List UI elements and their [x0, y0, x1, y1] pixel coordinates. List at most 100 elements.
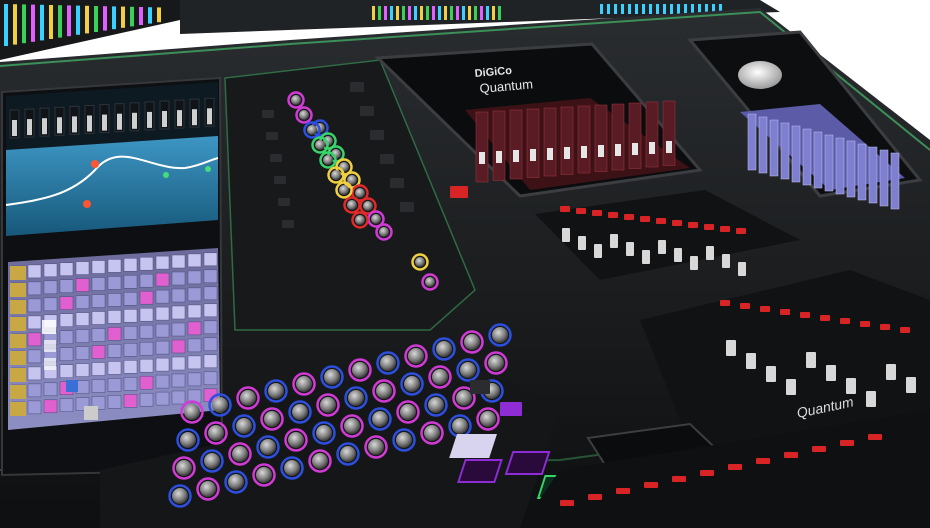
strip-cell[interactable]: [107, 361, 122, 375]
strip-cell[interactable]: [155, 289, 170, 304]
knob-icon[interactable]: [180, 432, 196, 448]
right-strip[interactable]: [846, 140, 856, 198]
strip-cell[interactable]: [75, 363, 90, 377]
strip-cell[interactable]: [123, 343, 138, 357]
button-icon[interactable]: [644, 482, 658, 488]
fader-icon[interactable]: [746, 353, 756, 369]
strip-cell[interactable]: [107, 344, 122, 358]
button-icon[interactable]: [780, 309, 790, 315]
strip-cell[interactable]: [187, 304, 202, 319]
fader-icon[interactable]: [626, 242, 634, 256]
strip-cell[interactable]: [187, 287, 202, 302]
button-icon[interactable]: [380, 154, 394, 164]
right-strip[interactable]: [769, 119, 779, 177]
strip-cell[interactable]: [59, 330, 74, 344]
strip-cell[interactable]: [43, 382, 58, 397]
button-icon[interactable]: [608, 212, 618, 218]
knob-icon[interactable]: [204, 453, 220, 469]
knob-icon[interactable]: [236, 418, 252, 434]
strip-cell[interactable]: [171, 288, 186, 303]
knob-icon[interactable]: [480, 411, 496, 427]
strip-cell[interactable]: [107, 310, 122, 324]
button-icon[interactable]: [266, 132, 278, 140]
knob-icon[interactable]: [368, 439, 384, 455]
button-icon[interactable]: [390, 178, 404, 188]
button-icon[interactable]: [278, 198, 290, 206]
knob-icon[interactable]: [256, 467, 272, 483]
knob-icon[interactable]: [200, 481, 216, 497]
strip-cell[interactable]: [203, 354, 218, 369]
right-strip[interactable]: [857, 143, 867, 201]
button-icon[interactable]: [760, 306, 770, 312]
knob-icon[interactable]: [172, 488, 188, 504]
knob-icon[interactable]: [415, 257, 425, 267]
button-icon[interactable]: [450, 186, 468, 198]
right-strip[interactable]: [813, 131, 823, 189]
strip-cell[interactable]: [43, 263, 58, 278]
knob-icon[interactable]: [408, 348, 424, 364]
fader-icon[interactable]: [738, 262, 746, 276]
fader-icon[interactable]: [642, 250, 650, 264]
button-icon[interactable]: [720, 300, 730, 306]
knob-icon[interactable]: [432, 369, 448, 385]
knob-icon[interactable]: [464, 334, 480, 350]
button-icon[interactable]: [880, 324, 890, 330]
strip-cell[interactable]: [187, 338, 202, 353]
center-strip[interactable]: [492, 110, 506, 181]
right-strip[interactable]: [747, 113, 757, 171]
strip-cell[interactable]: [91, 345, 106, 359]
right-strip[interactable]: [802, 128, 812, 186]
button-icon[interactable]: [868, 434, 882, 440]
fader-icon[interactable]: [562, 228, 570, 242]
knob-icon[interactable]: [232, 446, 248, 462]
strip-cell[interactable]: [203, 269, 218, 284]
knob-icon[interactable]: [316, 425, 332, 441]
knob-icon[interactable]: [363, 201, 373, 211]
strip-cell[interactable]: [139, 392, 154, 407]
knob-icon[interactable]: [284, 460, 300, 476]
knob-icon[interactable]: [372, 411, 388, 427]
center-strip[interactable]: [543, 107, 557, 177]
strip-cell[interactable]: [203, 320, 218, 335]
knob-icon[interactable]: [425, 277, 435, 287]
strip-cell[interactable]: [123, 275, 138, 289]
center-strip[interactable]: [662, 100, 676, 166]
knob-icon[interactable]: [488, 355, 504, 371]
button-icon[interactable]: [656, 218, 666, 224]
strip-cell[interactable]: [27, 315, 42, 330]
button-icon[interactable]: [820, 315, 830, 321]
center-strip[interactable]: [611, 103, 625, 171]
button-icon[interactable]: [800, 312, 810, 318]
strip-cell[interactable]: [187, 372, 202, 387]
knob-icon[interactable]: [176, 460, 192, 476]
button-icon[interactable]: [840, 440, 854, 446]
right-strip[interactable]: [879, 149, 889, 207]
strip-cell[interactable]: [91, 294, 106, 308]
strip-cell[interactable]: [43, 297, 58, 312]
button-icon[interactable]: [360, 106, 374, 116]
strip-cell[interactable]: [171, 305, 186, 320]
right-strip[interactable]: [780, 122, 790, 180]
strip-cell[interactable]: [155, 374, 170, 389]
knob-icon[interactable]: [184, 404, 200, 420]
strip-cell[interactable]: [59, 364, 74, 378]
strip-cell-highlight[interactable]: [10, 334, 26, 348]
knob-icon[interactable]: [492, 327, 508, 343]
button-icon[interactable]: [270, 154, 282, 162]
knob-icon[interactable]: [452, 418, 468, 434]
button-icon[interactable]: [840, 318, 850, 324]
right-strip[interactable]: [791, 125, 801, 183]
fader-icon[interactable]: [826, 365, 836, 381]
fader-icon[interactable]: [906, 377, 916, 393]
knob-icon[interactable]: [212, 397, 228, 413]
strip-cell[interactable]: [91, 260, 106, 274]
button-icon[interactable]: [576, 208, 586, 214]
knob-icon[interactable]: [299, 110, 309, 120]
strip-cell[interactable]: [75, 261, 90, 275]
knob-icon[interactable]: [260, 439, 276, 455]
strip-cell[interactable]: [123, 309, 138, 323]
knob-icon[interactable]: [436, 341, 452, 357]
knob-icon[interactable]: [292, 404, 308, 420]
fader-icon[interactable]: [846, 378, 856, 394]
fader-icon[interactable]: [706, 246, 714, 260]
